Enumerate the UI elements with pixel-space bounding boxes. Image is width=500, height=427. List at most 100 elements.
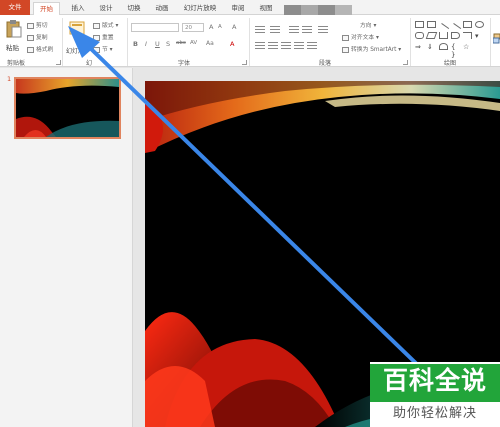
brace-shape-icon[interactable]: { } [451,43,460,59]
shadow-button[interactable]: S [166,40,170,48]
layout-button[interactable]: 版式 ▾ [93,20,118,29]
line-spacing-icon[interactable] [318,26,328,33]
star-shape-icon[interactable]: ☆ [463,43,472,51]
copy-icon [27,34,34,41]
arrow-down-shape-icon[interactable]: ⇓ [427,43,436,51]
italic-button[interactable]: I [145,40,147,48]
paragraph-launcher-icon[interactable] [403,60,408,65]
tab-animations[interactable]: 动画 [152,2,172,14]
more-shapes-icon[interactable]: ▾ [475,32,484,40]
drawing-group-label: 绘图 [444,60,457,67]
font-launcher-icon[interactable] [242,60,247,65]
divider [127,18,128,66]
divider [62,18,63,66]
tab-file[interactable]: 文件 [0,0,30,15]
paintbrush-icon [27,46,34,53]
copy-button[interactable]: 复制 [27,32,48,41]
new-slide-icon [69,21,85,35]
tab-review[interactable]: 审阅 [228,2,248,14]
font-color-button[interactable]: A [230,40,234,48]
align-text-button[interactable]: 对齐文本 ▾ [342,32,379,41]
shrink-font-button[interactable]: A [218,24,222,30]
smartart-label: 转换为 SmartArt [351,47,397,53]
curve-shape-icon[interactable] [451,32,460,39]
textbox-shape-icon[interactable] [415,21,424,28]
rectangle-shape-icon[interactable] [463,21,472,28]
arrow-right-shape-icon[interactable]: ⇒ [415,43,424,51]
divider [490,18,491,66]
oval-shape-icon[interactable] [475,21,484,28]
scissors-icon [27,22,34,29]
paste-label: 粘贴 [6,44,19,52]
reset-icon [93,34,100,41]
text-direction-label: 方向 [360,23,372,29]
align-text-icon [342,34,349,41]
reset-label: 重置 [102,35,114,41]
ribbon-tab-bar: 文件 开始 插入 设计 切换 动画 幻灯片放映 审阅 视图 [0,0,500,18]
section-label: 节 [102,47,108,53]
slide-thumbnail-pane: 1 [0,68,133,427]
bracket-shape-icon[interactable] [439,32,448,39]
convert-smartart-button[interactable]: 转换为 SmartArt ▾ [342,44,401,53]
slide-thumbnail[interactable] [14,77,121,139]
ribbon: 粘贴 剪切 复制 格式刷 剪贴板 幻灯片 版式 ▾ 重置 节 ▾ 幻 20 A … [0,15,500,67]
align-left-icon[interactable] [255,42,265,49]
copy-label: 复制 [36,35,48,41]
arrange-icon [492,33,500,44]
align-text-label: 对齐文本 [351,35,375,41]
layout-icon [93,22,100,29]
tab-slideshow[interactable]: 幻灯片放映 [180,2,220,14]
font-name-input[interactable] [131,23,179,32]
decrease-indent-icon[interactable] [289,26,299,33]
cut-button[interactable]: 剪切 [27,20,48,29]
shapes-gallery[interactable]: ▾ ⇒ ⇓ { } ☆ [413,19,487,59]
align-center-icon[interactable] [268,42,278,49]
watermark-title: 百科全说 [382,366,487,395]
clipboard-group-label: 剪贴板 [7,60,26,67]
cut-label: 剪切 [36,23,48,29]
underline-button[interactable]: U [155,40,160,48]
justify-icon[interactable] [294,42,304,49]
new-slide-button[interactable]: 幻灯片 [65,18,89,56]
numbering-icon[interactable] [270,26,280,33]
connector-shape-icon[interactable] [463,32,472,39]
tab-view[interactable]: 视图 [256,2,276,14]
char-spacing-button[interactable]: AV [190,40,197,46]
strikethrough-button[interactable]: abc [176,40,186,46]
clipboard-launcher-icon[interactable] [56,60,61,65]
font-size-input[interactable]: 20 [182,23,204,32]
tab-insert[interactable]: 插入 [68,2,88,14]
smartart-icon [342,46,349,53]
vertical-textbox-shape-icon[interactable] [427,21,436,28]
arrange-button[interactable] [492,33,500,45]
watermark-logo: 百科全说 助你轻松解决 [370,362,500,427]
text-direction-button[interactable]: 方向 ▾ [360,20,376,29]
layout-label: 版式 [102,23,114,29]
slide-number: 1 [7,75,12,83]
section-button[interactable]: 节 ▾ [93,44,113,53]
paste-button[interactable]: 粘贴 [4,18,24,56]
format-painter-label: 格式刷 [36,47,54,53]
align-right-icon[interactable] [281,42,291,49]
section-icon [93,46,100,53]
tab-design[interactable]: 设计 [96,2,116,14]
bold-button[interactable]: B [133,40,138,48]
arc-shape-icon[interactable] [439,43,448,50]
tab-home[interactable]: 开始 [33,2,60,16]
slides-group-label: 幻 [86,60,93,67]
clear-format-button[interactable]: A [232,23,236,31]
tab-transitions[interactable]: 切换 [124,2,144,14]
bullets-icon[interactable] [255,26,265,33]
grow-font-button[interactable]: A [209,23,213,31]
clipboard-icon [6,20,22,38]
divider [410,18,411,66]
change-case-button[interactable]: Aa [206,40,214,47]
format-painter-button[interactable]: 格式刷 [27,44,53,53]
reset-button[interactable]: 重置 [93,32,114,41]
rounded-rectangle-shape-icon[interactable] [415,32,424,39]
parallelogram-shape-icon[interactable] [425,32,438,39]
thumbnail-artwork [16,79,119,137]
watermark-subtitle: 助你轻松解决 [392,406,477,421]
increase-indent-icon[interactable] [302,26,312,33]
columns-icon[interactable] [307,42,317,49]
